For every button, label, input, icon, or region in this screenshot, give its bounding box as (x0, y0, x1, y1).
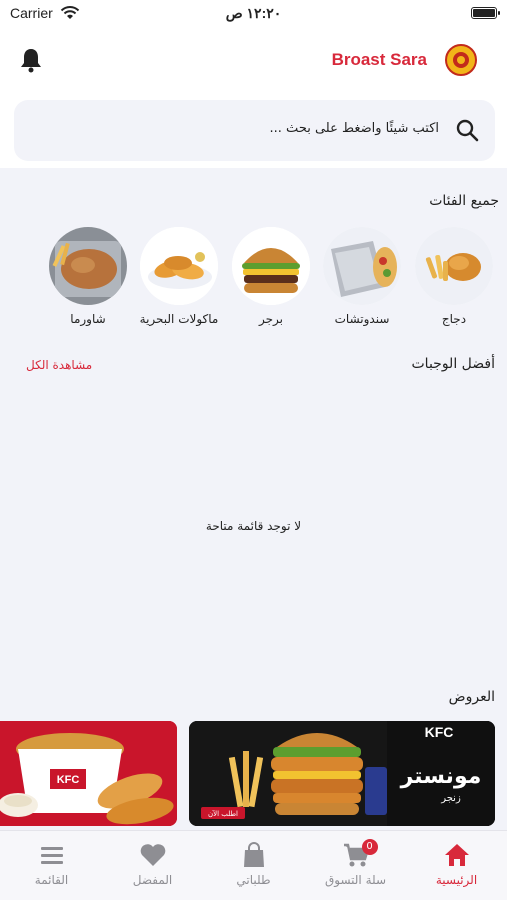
status-bar: Carrier ١٢:٢٠ ص (0, 0, 507, 28)
search-input[interactable]: اكتب شيئًا واضغط على بحث ... (270, 121, 439, 136)
tab-label: سلة التسوق (324, 873, 387, 887)
category-label: ماكولات البحرية (139, 312, 219, 326)
monster-label: مونستر (400, 764, 482, 789)
bag-icon (240, 841, 268, 869)
category-chicken[interactable]: دجاج (414, 227, 494, 326)
cart-badge: 0 (361, 839, 378, 855)
tab-label: القائمة (34, 873, 69, 887)
category-label: دجاج (441, 312, 467, 326)
kfc-label: KFC (425, 724, 454, 740)
home-icon (443, 841, 471, 869)
burger-image (232, 227, 310, 305)
chicken-image (415, 227, 493, 305)
seafood-image (140, 227, 218, 305)
brand-name: Broast Sara (331, 50, 427, 69)
battery-icon (471, 7, 500, 19)
kfc-bucket-label: KFC (57, 774, 80, 786)
bottom-tab-bar: الرئيسية 0 سلة التسوق طلباتي المفضل القا… (0, 830, 507, 900)
category-label: سندوتشات (334, 312, 390, 326)
category-shawarma[interactable]: شاورما (48, 227, 128, 326)
heart-icon (139, 841, 167, 869)
order-now-label: اطلب الآن (208, 809, 238, 818)
tab-home[interactable]: الرئيسية (406, 831, 507, 900)
categories-title: جميع الفئات (429, 193, 499, 209)
search-bar[interactable]: اكتب شيئًا واضغط على بحث ... (14, 100, 495, 161)
tab-label: الرئيسية (435, 873, 478, 887)
menu-icon (38, 841, 66, 869)
zinger-label: زنجر (440, 793, 461, 804)
category-seafood[interactable]: ماكولات البحرية (139, 227, 219, 326)
tab-label: المفضل (132, 873, 173, 887)
shawarma-image (49, 227, 127, 305)
empty-list-message: لا توجد قائمة متاحة (205, 519, 302, 533)
search-icon[interactable] (455, 118, 479, 142)
sandwich-image (323, 227, 401, 305)
category-burger[interactable]: برجر (231, 227, 311, 326)
cart-icon: 0 (342, 839, 378, 869)
offer-banner-bucket[interactable]: KFC (0, 721, 177, 826)
offer-banner-monster[interactable]: اطلب الآن KFC مونستر زنجر (189, 721, 495, 826)
tab-favorites[interactable]: المفضل (102, 831, 203, 900)
tab-label: طلباتي (236, 873, 271, 887)
app-header: Broast Sara اكتب شيئًا واضغط على بحث ... (0, 28, 507, 168)
bell-icon[interactable] (19, 47, 43, 73)
category-label: برجر (259, 312, 283, 326)
tab-menu[interactable]: القائمة (1, 831, 102, 900)
tab-orders[interactable]: طلباتي (203, 831, 304, 900)
tab-cart[interactable]: 0 سلة التسوق (305, 831, 406, 900)
category-sandwiches[interactable]: سندوتشات (322, 227, 402, 326)
brand-logo (445, 44, 477, 76)
offers-title: العروض (448, 689, 495, 705)
see-all-link[interactable]: مشاهدة الكل (26, 358, 92, 372)
best-meals-title: أفضل الوجبات (411, 356, 496, 372)
category-label: شاورما (70, 312, 106, 326)
status-time: ١٢:٢٠ ص (225, 5, 282, 21)
